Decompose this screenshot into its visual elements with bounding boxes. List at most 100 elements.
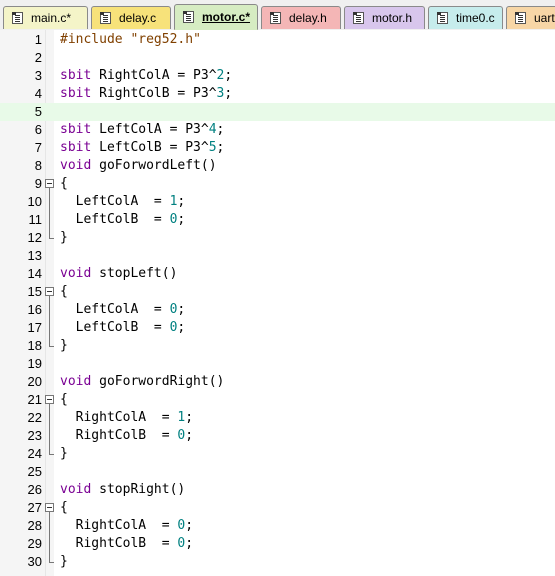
code-line[interactable]: 9{: [0, 175, 555, 193]
tab-delay-c[interactable]: delay.c: [91, 6, 171, 29]
line-number: 15: [27, 284, 42, 299]
fold-line-marker: [45, 301, 54, 319]
file-icon: [12, 12, 23, 24]
code-text: }: [60, 554, 68, 569]
code-text: }: [60, 446, 68, 461]
code-line[interactable]: 1 #include "reg52.h": [0, 31, 555, 49]
line-number: 20: [27, 374, 42, 389]
code-line[interactable]: 21 {: [0, 391, 555, 409]
line-number: 14: [27, 266, 42, 281]
line-number: 11: [28, 212, 43, 227]
fold-line-marker: [45, 319, 54, 337]
code-text: void goForwordRight(): [60, 374, 225, 389]
code-line[interactable]: 29 RightColB = 0;: [0, 535, 555, 553]
code-text: void stopLeft(): [60, 266, 178, 281]
code-text: {: [60, 500, 68, 515]
tab-delay-h[interactable]: delay.h: [261, 6, 341, 29]
code-text: }: [60, 338, 68, 353]
code-line[interactable]: 15 {: [0, 283, 555, 301]
code-line[interactable]: 5: [0, 103, 555, 121]
file-icon: [515, 12, 526, 24]
code-line[interactable]: 6 sbit LeftColA = P3^4;: [0, 121, 555, 139]
code-text: sbit LeftColB = P3^5;: [60, 140, 225, 155]
line-number: 29: [27, 536, 42, 551]
tab-label: delay.h: [289, 11, 327, 25]
line-number: 23: [27, 428, 42, 443]
line-number: 5: [34, 104, 42, 119]
code-text: void goForwordLeft(): [60, 158, 217, 173]
fold-line-marker: [45, 535, 54, 553]
code-line[interactable]: 18}: [0, 337, 555, 355]
tab-uart[interactable]: uart: [506, 6, 555, 29]
line-number: 18: [27, 338, 42, 353]
tab-label: delay.c: [119, 11, 157, 25]
code-line[interactable]: 23 RightColB = 0;: [0, 427, 555, 445]
code-text: LeftColB = 0;: [60, 320, 186, 335]
fold-end-marker: [45, 553, 54, 571]
line-number: 30: [27, 554, 42, 569]
line-number: 2: [34, 50, 42, 65]
fold-line-marker: [45, 427, 54, 445]
code-text: LeftColA = 0;: [60, 302, 186, 317]
line-number: 12: [27, 230, 42, 245]
code-line[interactable]: 24}: [0, 445, 555, 463]
code-text: RightColA = 1;: [60, 410, 194, 425]
code-line[interactable]: 10 LeftColA = 1;: [0, 193, 555, 211]
line-number: 3: [34, 68, 42, 83]
code-line[interactable]: 8 void goForwordLeft(): [0, 157, 555, 175]
code-line[interactable]: 27 {: [0, 499, 555, 517]
code-line[interactable]: 22 RightColA = 1;: [0, 409, 555, 427]
tab-motor-h[interactable]: motor.h: [344, 6, 425, 29]
code-line[interactable]: 20 void goForwordRight(): [0, 373, 555, 391]
code-line[interactable]: 4 sbit RightColB = P3^3;: [0, 85, 555, 103]
tab-time0-c[interactable]: time0.c: [428, 6, 503, 29]
line-number: 22: [27, 410, 42, 425]
code-line[interactable]: 12}: [0, 229, 555, 247]
fold-line-marker: [45, 193, 54, 211]
tab-motor-c[interactable]: motor.c*: [174, 4, 258, 30]
tab-label: motor.c*: [202, 10, 251, 24]
line-number: 9: [34, 176, 42, 191]
code-line[interactable]: 26 void stopRight(): [0, 481, 555, 499]
line-number: 16: [27, 302, 42, 317]
code-line[interactable]: 7 sbit LeftColB = P3^5;: [0, 139, 555, 157]
file-icon: [270, 12, 281, 24]
tab-label: uart: [534, 11, 555, 25]
line-number: 10: [27, 194, 42, 209]
code-line[interactable]: 14 void stopLeft(): [0, 265, 555, 283]
code-line[interactable]: 25: [0, 463, 555, 481]
code-text: RightColA = 0;: [60, 518, 194, 533]
code-line[interactable]: 28 RightColA = 0;: [0, 517, 555, 535]
code-text: void stopRight(): [60, 482, 186, 497]
code-line[interactable]: 2: [0, 49, 555, 67]
file-icon: [100, 12, 111, 24]
fold-toggle-icon[interactable]: [45, 499, 54, 517]
code-editor[interactable]: 1 #include "reg52.h" 2 3 sbit RightColA = P3…: [0, 30, 555, 576]
fold-toggle-icon[interactable]: [45, 283, 54, 301]
fold-toggle-icon[interactable]: [45, 391, 54, 409]
code-line[interactable]: 16 LeftColA = 0;: [0, 301, 555, 319]
code-text: #include "reg52.h": [60, 32, 201, 47]
code-line[interactable]: 3 sbit RightColA = P3^2;: [0, 67, 555, 85]
code-line[interactable]: 19: [0, 355, 555, 373]
fold-toggle-icon[interactable]: [45, 175, 54, 193]
tab-main-c[interactable]: main.c*: [3, 6, 88, 29]
line-number: 27: [27, 500, 42, 515]
code-line[interactable]: 30}: [0, 553, 555, 571]
line-number: 21: [27, 392, 42, 407]
code-text: sbit LeftColA = P3^4;: [60, 122, 225, 137]
code-text: {: [60, 176, 68, 191]
line-number: 7: [34, 140, 42, 155]
line-number: 13: [27, 248, 42, 263]
code-line[interactable]: 17 LeftColB = 0;: [0, 319, 555, 337]
code-line[interactable]: 13: [0, 247, 555, 265]
code-text: }: [60, 230, 68, 245]
file-tab-bar: main.c* delay.c motor.c* delay.h motor.h time…: [0, 0, 555, 31]
line-number: 8: [34, 158, 42, 173]
line-number: 24: [27, 446, 42, 461]
code-text: {: [60, 284, 68, 299]
code-line[interactable]: 11 LeftColB = 0;: [0, 211, 555, 229]
fold-end-marker: [45, 445, 54, 463]
line-number: 6: [34, 122, 42, 137]
tab-label: main.c*: [31, 11, 72, 25]
